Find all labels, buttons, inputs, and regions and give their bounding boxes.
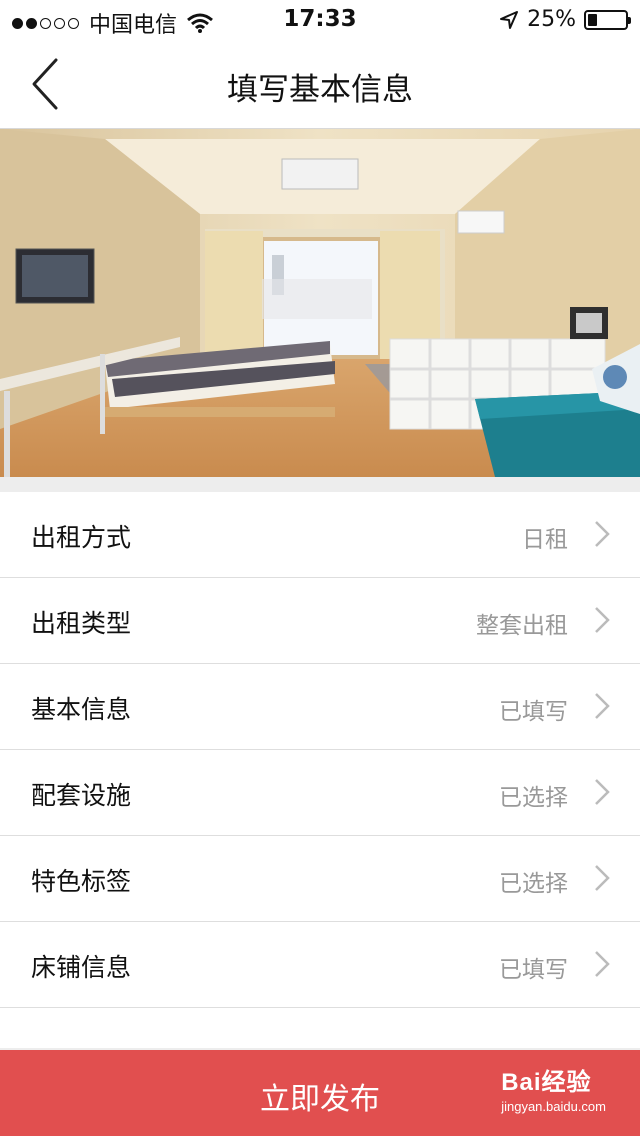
location-arrow-icon (500, 10, 519, 29)
list-item-value: 已选择 (499, 871, 568, 897)
list-item-value: 整套出租 (476, 613, 568, 639)
list-item-label: 床铺信息 (31, 953, 132, 982)
status-bar: 中国电信 17:33 25% (0, 0, 640, 40)
list-item-feature-tags[interactable]: 特色标签 已选择 (0, 836, 640, 922)
publish-button[interactable]: 立即发布 Bai经验 jingyan.baidu.com (0, 1050, 640, 1136)
status-right: 25% (499, 7, 631, 32)
chevron-right-icon (595, 607, 610, 633)
list-item-value: 已填写 (499, 957, 568, 983)
watermark-brand: Bai经验 (501, 1069, 592, 1096)
list-item-cut-off[interactable] (0, 1008, 640, 1048)
page-title: 填写基本信息 (227, 72, 413, 108)
list-item-label: 基本信息 (31, 695, 132, 724)
room-photo-illustration (0, 129, 640, 477)
list-item-value: 已选择 (499, 785, 568, 811)
chevron-right-icon (595, 951, 610, 977)
list-item-label: 出租类型 (31, 609, 132, 638)
list-item-label: 配套设施 (31, 781, 132, 810)
list-item-bed-info[interactable]: 床铺信息 已填写 (0, 922, 640, 1008)
list-item-basic-info[interactable]: 基本信息 已填写 (0, 664, 640, 750)
baidu-jingyan-watermark: Bai经验 jingyan.baidu.com (501, 1062, 606, 1114)
list-item-rental-method[interactable]: 出租方式 日租 (0, 492, 640, 578)
list-item-label: 特色标签 (31, 867, 132, 896)
battery-icon (584, 9, 631, 30)
navigation-bar: 填写基本信息 (0, 40, 640, 129)
list-item-label: 出租方式 (31, 523, 132, 552)
list-item-value: 已填写 (499, 699, 568, 725)
watermark-url: jingyan.baidu.com (501, 1099, 606, 1114)
chevron-right-icon (595, 693, 610, 719)
battery-fill (588, 13, 597, 26)
list-item-value: 日租 (522, 527, 568, 553)
battery-percent: 25% (527, 7, 576, 32)
list-item-facilities[interactable]: 配套设施 已选择 (0, 750, 640, 836)
info-list: 出租方式 日租 出租类型 整套出租 基本信息 已填写 配套设施 已选择 特色标签… (0, 492, 640, 1048)
list-item-rental-type[interactable]: 出租类型 整套出租 (0, 578, 640, 664)
chevron-right-icon (595, 865, 610, 891)
chevron-right-icon (595, 779, 610, 805)
chevron-right-icon (595, 521, 610, 547)
room-photo[interactable] (0, 129, 640, 477)
